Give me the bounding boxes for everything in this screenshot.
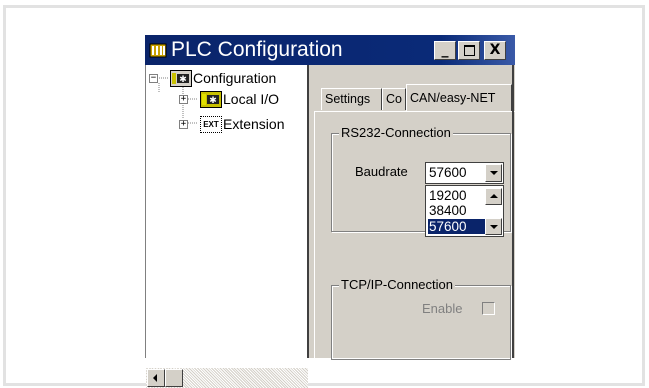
configuration-tree[interactable]: − ✱ Configuration + ✱ Local I/O + EXT Ex… [145,65,308,388]
chevron-down-icon [490,225,498,229]
baudrate-option-19200[interactable]: 19200 [428,188,487,203]
tree-horizontal-scrollbar[interactable] [146,368,308,388]
ext-icon-label: EXT [203,120,219,129]
tree-item-label: Extension [223,116,285,132]
tree-item-configuration[interactable]: − ✱ Configuration [146,69,308,87]
baudrate-label: Baudrate [355,164,408,179]
expand-icon[interactable]: + [179,95,188,104]
maximize-icon [463,45,475,56]
enable-label: Enable [422,301,463,316]
window-title: PLC Configuration [171,38,343,61]
tcpip-connection-group [331,285,511,360]
minimize-button[interactable]: _ [434,41,456,60]
plc-configuration-window: PLC Configuration _ X − ✱ Configuration … [145,35,515,388]
local-io-icon: ✱ [200,91,222,108]
scroll-left-button[interactable] [147,369,165,387]
configuration-icon: ✱ [170,70,192,87]
baudrate-option-38400[interactable]: 38400 [428,203,487,218]
tab-can-easy-net[interactable]: CAN/easy-NET [406,84,512,111]
enable-checkbox[interactable] [482,302,495,315]
tree-item-label: Local I/O [223,91,280,107]
app-icon [149,41,167,59]
list-scroll-down-button[interactable] [485,218,502,235]
tree-item-extension[interactable]: + EXT Extension [146,115,308,133]
baudrate-dropdown-button[interactable] [485,164,502,182]
tab-co[interactable]: Co [382,88,406,110]
rs232-group-label: RS232-Connection [339,125,453,141]
expand-icon[interactable]: + [179,120,188,129]
title-bar[interactable]: PLC Configuration _ X [145,35,515,65]
baudrate-option-57600[interactable]: 57600 [428,219,487,234]
close-button[interactable]: X [484,41,506,60]
chevron-down-icon [490,171,498,175]
baudrate-dropdown-list[interactable]: 19200 38400 57600 [425,185,504,237]
ext-icon: EXT [200,116,222,133]
maximize-button[interactable] [458,41,480,60]
tree-item-label: Configuration [193,70,277,86]
list-scroll-up-button[interactable] [485,188,502,205]
tcpip-group-label: TCP/IP-Connection [339,277,455,293]
tree-item-local-io[interactable]: + ✱ Local I/O [146,90,308,108]
window-right-border [512,65,514,358]
svg-text:✱: ✱ [209,96,217,106]
scroll-thumb[interactable] [165,369,183,387]
scroll-left-icon [153,374,157,382]
baudrate-combo[interactable]: 57600 [425,162,504,184]
baudrate-value: 57600 [429,165,467,180]
tab-settings[interactable]: Settings [321,88,382,110]
svg-text:✱: ✱ [179,75,187,85]
chevron-up-icon [490,194,498,198]
collapse-icon[interactable]: − [149,74,158,83]
